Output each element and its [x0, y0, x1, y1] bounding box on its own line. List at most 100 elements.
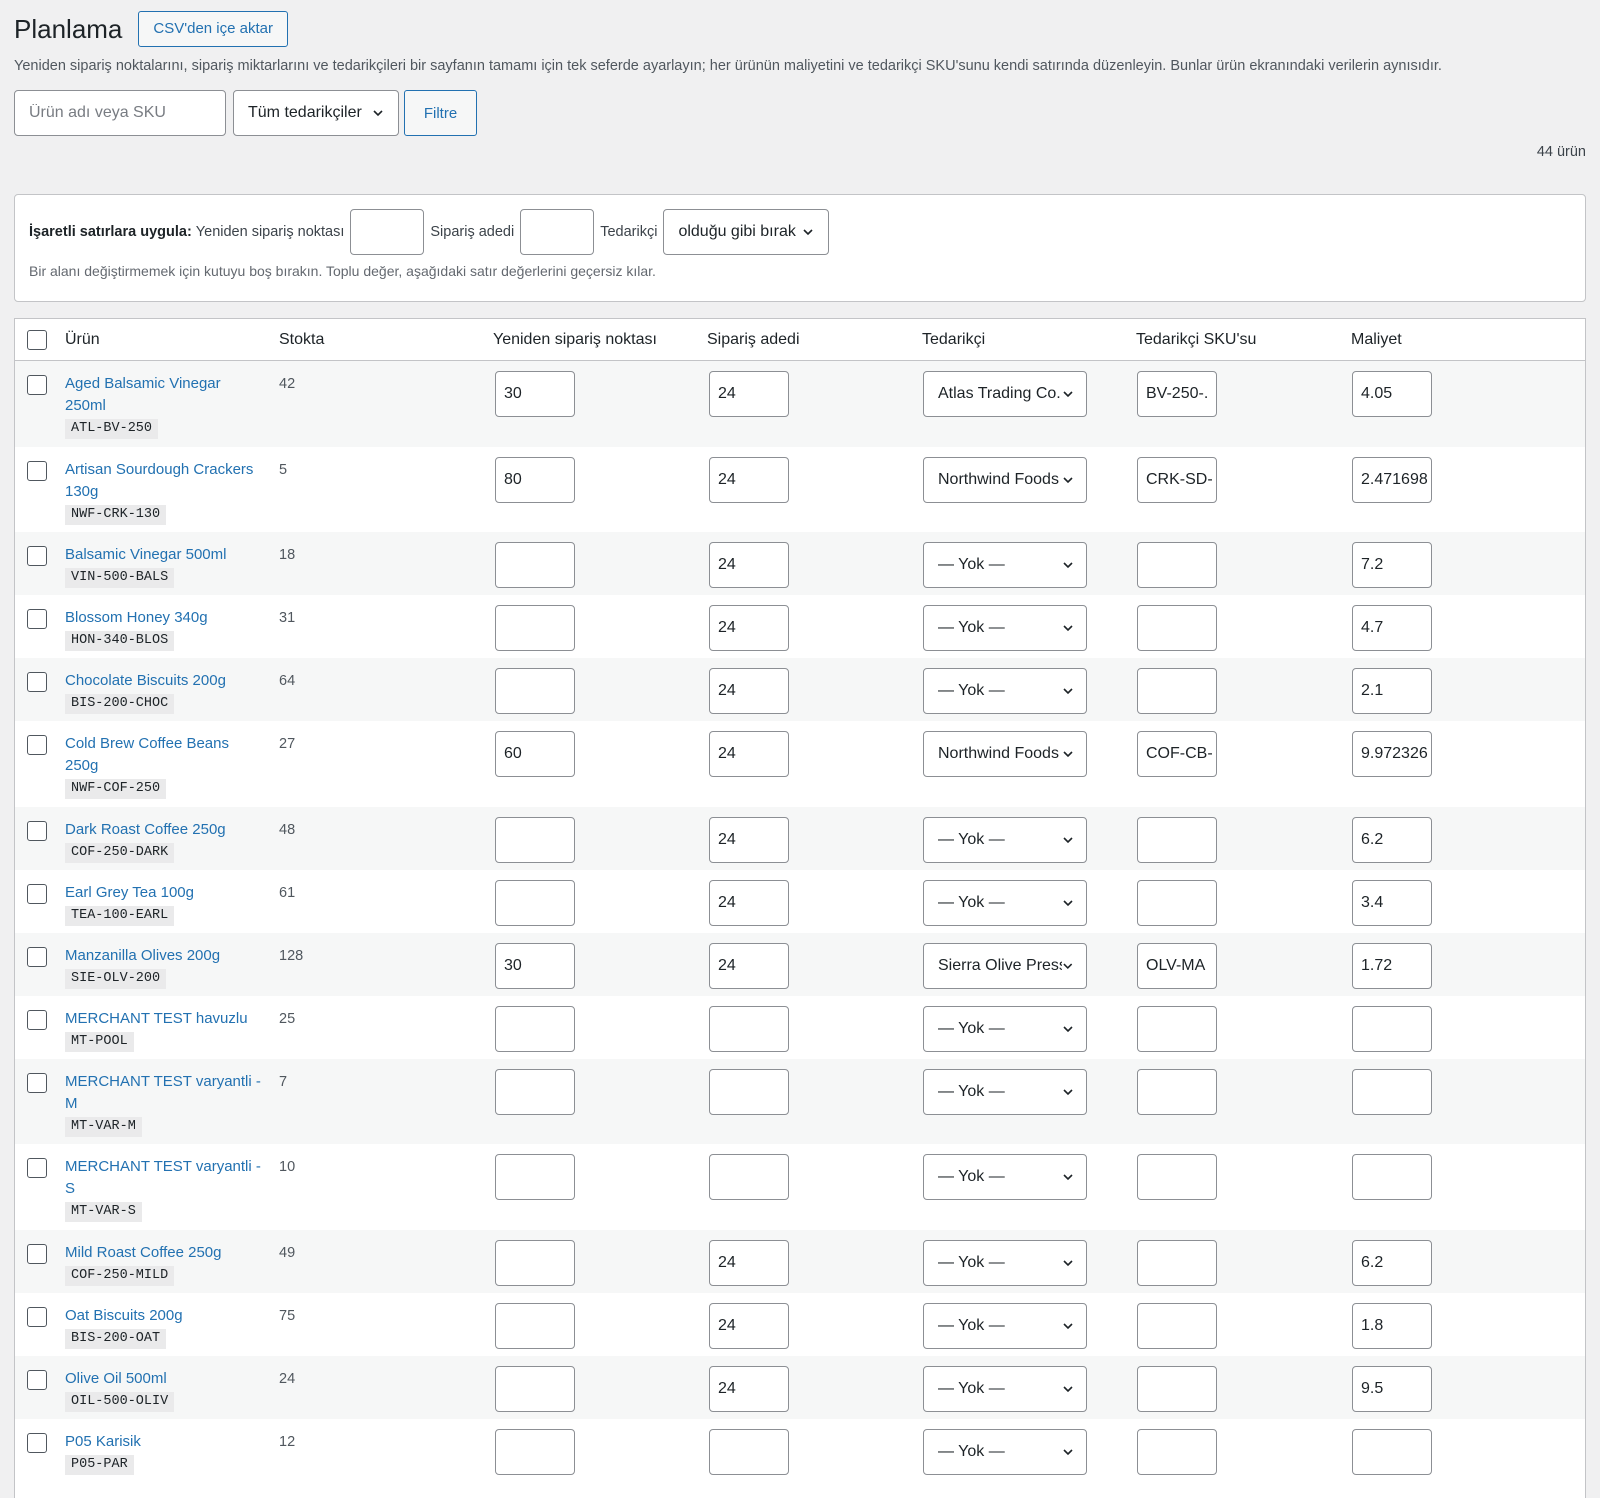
cost-input[interactable]: 7.2 [1352, 542, 1432, 588]
cost-input[interactable] [1352, 1429, 1432, 1475]
cost-input[interactable]: 6.2 [1352, 817, 1432, 863]
cost-input[interactable]: 9.5 [1352, 1366, 1432, 1412]
order-qty-input[interactable]: 24 [709, 880, 789, 926]
order-qty-input[interactable]: 24 [709, 731, 789, 777]
supplier-sku-input[interactable] [1137, 1366, 1217, 1412]
reorder-point-input[interactable] [495, 1154, 575, 1200]
reorder-point-input[interactable]: 60 [495, 731, 575, 777]
supplier-sku-input[interactable]: COF-CB- [1137, 731, 1217, 777]
cost-input[interactable]: 6.2 [1352, 1240, 1432, 1286]
product-link[interactable]: Oat Biscuits 200g [65, 1305, 265, 1327]
order-qty-input[interactable]: 24 [709, 457, 789, 503]
supplier-select[interactable]: — Yok — [923, 542, 1087, 588]
reorder-point-input[interactable] [495, 880, 575, 926]
row-checkbox[interactable] [27, 672, 47, 692]
order-qty-input[interactable] [709, 1154, 789, 1200]
select-all-checkbox[interactable] [27, 330, 47, 350]
reorder-point-input[interactable] [495, 1006, 575, 1052]
supplier-sku-input[interactable]: BV-250-. [1137, 371, 1217, 417]
supplier-sku-input[interactable] [1137, 817, 1217, 863]
order-qty-input[interactable] [709, 1429, 789, 1475]
cost-input[interactable]: 1.8 [1352, 1303, 1432, 1349]
reorder-point-input[interactable] [495, 817, 575, 863]
reorder-point-input[interactable] [495, 668, 575, 714]
supplier-sku-input[interactable]: CRK-SD- [1137, 457, 1217, 503]
cost-input[interactable]: 1.72 [1352, 943, 1432, 989]
row-checkbox[interactable] [27, 1010, 47, 1030]
supplier-select[interactable]: — Yok — [923, 817, 1087, 863]
product-link[interactable]: Dark Roast Coffee 250g [65, 819, 265, 841]
row-checkbox[interactable] [27, 1433, 47, 1453]
reorder-point-input[interactable] [495, 1303, 575, 1349]
reorder-point-input[interactable]: 80 [495, 457, 575, 503]
row-checkbox[interactable] [27, 1073, 47, 1093]
supplier-sku-input[interactable] [1137, 542, 1217, 588]
cost-input[interactable]: 2.1 [1352, 668, 1432, 714]
order-qty-input[interactable]: 24 [709, 943, 789, 989]
supplier-select[interactable]: — Yok — [923, 1366, 1087, 1412]
product-link[interactable]: Balsamic Vinegar 500ml [65, 544, 265, 566]
cost-input[interactable]: 4.7 [1352, 605, 1432, 651]
row-checkbox[interactable] [27, 375, 47, 395]
supplier-select[interactable]: Northwind Foods [923, 731, 1087, 777]
supplier-filter-select[interactable]: Tüm tedarikçiler [233, 90, 399, 136]
product-link[interactable]: MERCHANT TEST havuzlu [65, 1008, 265, 1030]
reorder-point-input[interactable] [495, 1240, 575, 1286]
order-qty-input[interactable]: 24 [709, 1240, 789, 1286]
cost-input[interactable]: 4.05 [1352, 371, 1432, 417]
product-link[interactable]: Cold Brew Coffee Beans 250g [65, 733, 265, 777]
order-qty-input[interactable]: 24 [709, 542, 789, 588]
supplier-select[interactable]: Northwind Foods [923, 457, 1087, 503]
csv-import-button[interactable]: CSV'den içe aktar [138, 11, 288, 47]
cost-input[interactable] [1352, 1154, 1432, 1200]
reorder-point-input[interactable] [495, 1069, 575, 1115]
cost-input[interactable] [1352, 1006, 1432, 1052]
supplier-select[interactable]: — Yok — [923, 880, 1087, 926]
row-checkbox[interactable] [27, 609, 47, 629]
order-qty-input[interactable]: 24 [709, 817, 789, 863]
order-qty-input[interactable]: 24 [709, 371, 789, 417]
product-link[interactable]: Aged Balsamic Vinegar 250ml [65, 373, 265, 417]
product-link[interactable]: Chocolate Biscuits 200g [65, 670, 265, 692]
supplier-select[interactable]: Sierra Olive Press [923, 943, 1087, 989]
product-link[interactable]: Manzanilla Olives 200g [65, 945, 265, 967]
cost-input[interactable]: 2.471698 [1352, 457, 1432, 503]
order-qty-input[interactable]: 24 [709, 1303, 789, 1349]
cost-input[interactable] [1352, 1069, 1432, 1115]
order-qty-input[interactable]: 24 [709, 605, 789, 651]
supplier-sku-input[interactable] [1137, 1429, 1217, 1475]
supplier-sku-input[interactable] [1137, 880, 1217, 926]
bulk-reorder-input[interactable] [350, 209, 425, 255]
reorder-point-input[interactable] [495, 1366, 575, 1412]
row-checkbox[interactable] [27, 461, 47, 481]
bulk-qty-input[interactable] [520, 209, 595, 255]
supplier-sku-input[interactable] [1137, 605, 1217, 651]
product-link[interactable]: Olive Oil 500ml [65, 1368, 265, 1390]
supplier-select[interactable]: — Yok — [923, 1429, 1087, 1475]
row-checkbox[interactable] [27, 1370, 47, 1390]
row-checkbox[interactable] [27, 735, 47, 755]
product-link[interactable]: Mild Roast Coffee 250g [65, 1242, 265, 1264]
supplier-sku-input[interactable] [1137, 1006, 1217, 1052]
supplier-select[interactable]: — Yok — [923, 1240, 1087, 1286]
cost-input[interactable]: 9.972326 [1352, 731, 1432, 777]
supplier-sku-input[interactable] [1137, 1154, 1217, 1200]
reorder-point-input[interactable]: 30 [495, 371, 575, 417]
supplier-select[interactable]: — Yok — [923, 1154, 1087, 1200]
reorder-point-input[interactable]: 30 [495, 943, 575, 989]
supplier-sku-input[interactable] [1137, 668, 1217, 714]
product-link[interactable]: Earl Grey Tea 100g [65, 882, 265, 904]
supplier-select[interactable]: — Yok — [923, 605, 1087, 651]
supplier-select[interactable]: Atlas Trading Co. [923, 371, 1087, 417]
supplier-select[interactable]: — Yok — [923, 668, 1087, 714]
product-link[interactable]: MERCHANT TEST varyantli - M [65, 1071, 265, 1115]
row-checkbox[interactable] [27, 1244, 47, 1264]
row-checkbox[interactable] [27, 1307, 47, 1327]
supplier-sku-input[interactable] [1137, 1240, 1217, 1286]
reorder-point-input[interactable] [495, 542, 575, 588]
row-checkbox[interactable] [27, 1158, 47, 1178]
row-checkbox[interactable] [27, 884, 47, 904]
row-checkbox[interactable] [27, 546, 47, 566]
supplier-sku-input[interactable]: OLV-MA [1137, 943, 1217, 989]
row-checkbox[interactable] [27, 821, 47, 841]
